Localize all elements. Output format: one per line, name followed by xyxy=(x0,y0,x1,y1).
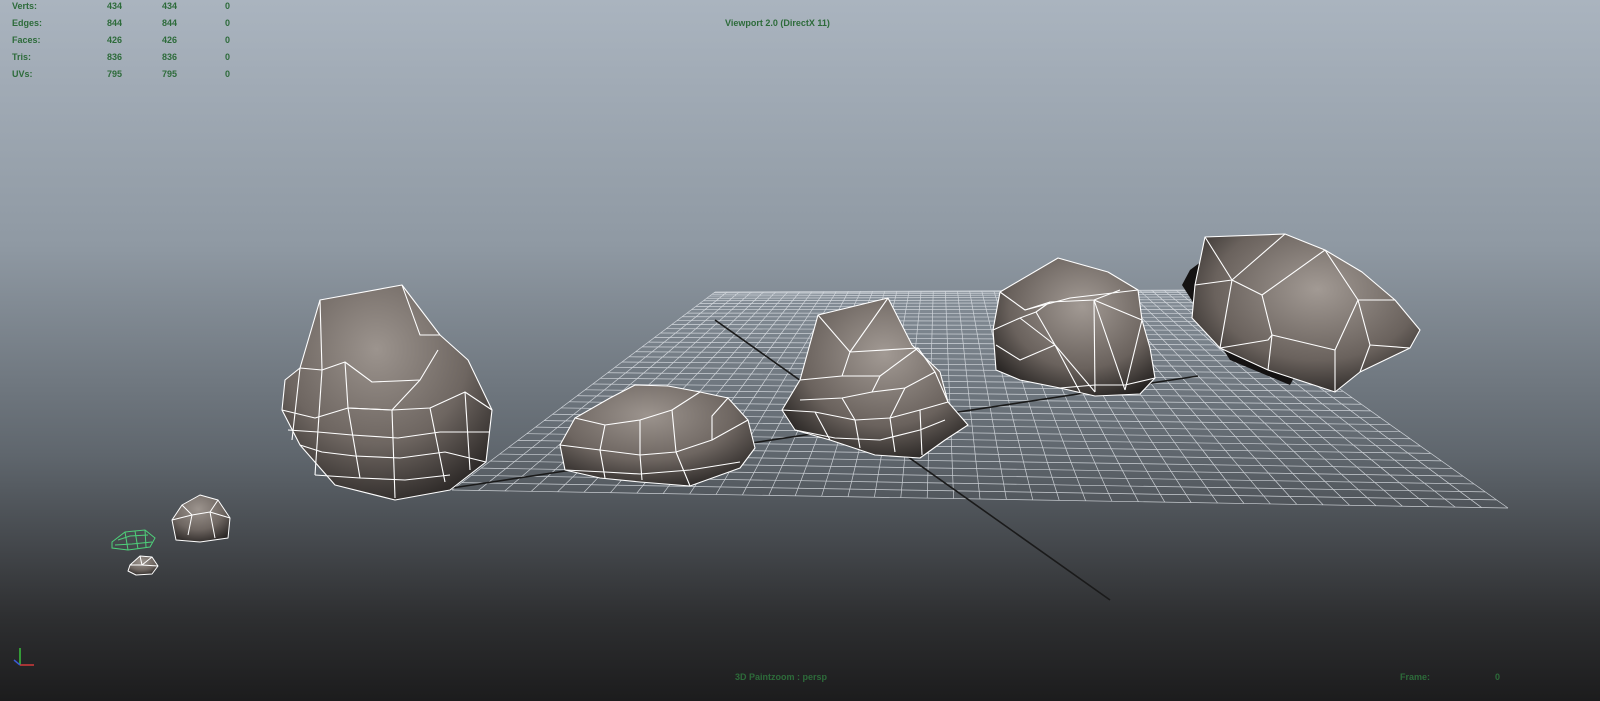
rock-mesh-tiny[interactable] xyxy=(127,555,159,576)
axis-gizmo-icon xyxy=(13,648,34,666)
viewport-3d-scene[interactable] xyxy=(0,0,1600,701)
grid-line xyxy=(461,482,1497,501)
grid-line xyxy=(957,290,981,500)
rock-mesh-1[interactable] xyxy=(281,284,493,501)
frame-label: Frame: xyxy=(1400,672,1431,682)
rock-mesh-3[interactable] xyxy=(781,297,969,459)
frame-value: 0 xyxy=(1495,672,1501,682)
rock-mesh-2[interactable] xyxy=(559,384,756,487)
rock-mesh-selected[interactable] xyxy=(111,529,156,551)
rock-mesh-4[interactable] xyxy=(992,257,1156,397)
camera-name-label: 3D Paintzoom : persp xyxy=(735,672,828,682)
rock-mesh-5[interactable] xyxy=(1182,233,1421,393)
rock-mesh-small[interactable] xyxy=(171,494,231,543)
grid-line xyxy=(451,489,1509,509)
